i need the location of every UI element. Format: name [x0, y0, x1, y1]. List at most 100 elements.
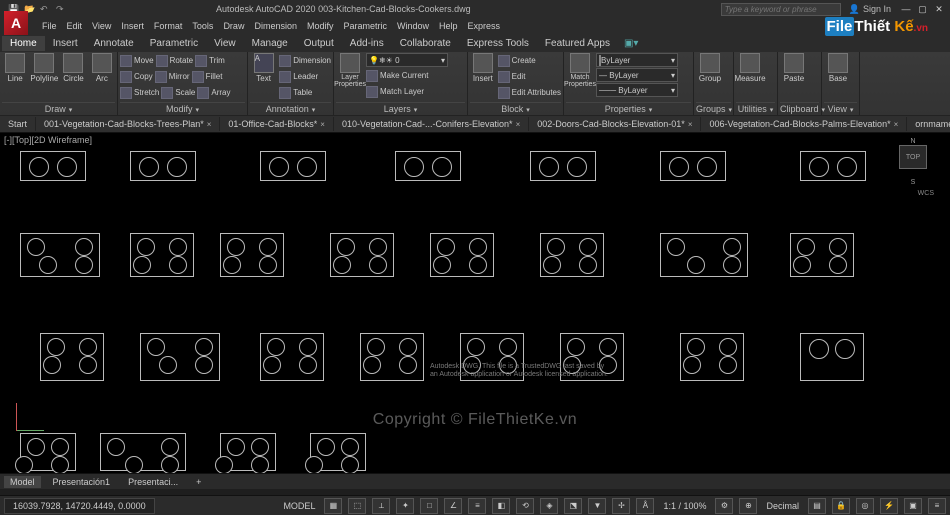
- cad-block[interactable]: [800, 151, 866, 181]
- edit-block-button[interactable]: Edit: [498, 69, 561, 84]
- doctab[interactable]: 006-Vegetation-Cad-Blocks-Palms-Elevatio…: [701, 117, 907, 131]
- ribbon-overflow-icon[interactable]: ▣▾: [624, 38, 638, 49]
- tab-featured-apps[interactable]: Featured Apps: [537, 36, 618, 51]
- cad-block[interactable]: [680, 333, 744, 381]
- cad-block[interactable]: [220, 233, 284, 277]
- polyline-button[interactable]: Polyline: [30, 53, 58, 83]
- tab-view[interactable]: View: [206, 36, 244, 51]
- doctab[interactable]: ornmaments×: [907, 117, 950, 131]
- menu-edit[interactable]: Edit: [67, 21, 83, 31]
- cad-block[interactable]: [20, 151, 86, 181]
- close-tab-icon[interactable]: ×: [894, 120, 899, 129]
- match-properties-button[interactable]: Match Properties: [566, 53, 594, 88]
- panel-label[interactable]: Block▾: [470, 102, 561, 115]
- copy-button[interactable]: Copy: [120, 69, 153, 84]
- drawing-canvas[interactable]: [-][Top][2D Wireframe] N TOP S WCS: [0, 133, 950, 473]
- stretch-button[interactable]: Stretch: [120, 85, 159, 100]
- lineweight-select[interactable]: — ByLayer▾: [596, 68, 678, 82]
- cad-block[interactable]: [220, 433, 276, 471]
- layout-tab[interactable]: Presentación1: [47, 476, 117, 488]
- signin-button[interactable]: 👤Sign In: [849, 4, 891, 15]
- menu-file[interactable]: File: [42, 21, 57, 31]
- tab-home[interactable]: Home: [2, 36, 45, 51]
- linetype-select[interactable]: ─── ByLayer▾: [596, 83, 678, 97]
- lineweight-toggle[interactable]: ≡: [468, 498, 486, 514]
- text-button[interactable]: AText: [250, 53, 277, 83]
- menu-format[interactable]: Format: [154, 21, 183, 31]
- arc-button[interactable]: Arc: [89, 53, 115, 83]
- cad-block[interactable]: [40, 333, 104, 381]
- 3d-osnap-toggle[interactable]: ◈: [540, 498, 558, 514]
- cad-block[interactable]: [540, 233, 604, 277]
- doctab[interactable]: 001-Vegetation-Cad-Blocks-Trees-Plan*×: [36, 117, 220, 131]
- cad-block[interactable]: [790, 233, 854, 277]
- panel-label[interactable]: Layers▾: [336, 102, 465, 115]
- array-button[interactable]: Array: [197, 85, 230, 100]
- measure-button[interactable]: Measure: [736, 53, 764, 83]
- doctab[interactable]: 01-Office-Cad-Blocks*×: [220, 117, 334, 131]
- close-tab-icon[interactable]: ×: [516, 120, 521, 129]
- panel-label[interactable]: Draw▾: [2, 102, 115, 115]
- osnap-toggle[interactable]: □: [420, 498, 438, 514]
- edit-attributes-button[interactable]: Edit Attributes: [498, 85, 561, 100]
- tab-collaborate[interactable]: Collaborate: [392, 36, 459, 51]
- polar-toggle[interactable]: ✦: [396, 498, 414, 514]
- cad-block[interactable]: [360, 333, 424, 381]
- tab-output[interactable]: Output: [296, 36, 342, 51]
- tab-express-tools[interactable]: Express Tools: [459, 36, 537, 51]
- menu-dimension[interactable]: Dimension: [254, 21, 297, 31]
- viewcube-wcs[interactable]: WCS: [918, 190, 934, 197]
- create-block-button[interactable]: Create: [498, 53, 561, 68]
- snap-toggle[interactable]: ⬚: [348, 498, 366, 514]
- minimize-button[interactable]: —: [899, 4, 913, 14]
- layout-tab-model[interactable]: Model: [4, 476, 41, 488]
- trim-button[interactable]: Trim: [195, 53, 225, 68]
- tab-insert[interactable]: Insert: [45, 36, 86, 51]
- maximize-button[interactable]: ▢: [915, 4, 929, 15]
- mirror-button[interactable]: Mirror: [155, 69, 190, 84]
- cad-block[interactable]: [330, 233, 394, 277]
- doctab[interactable]: 002-Doors-Cad-Blocks-Elevation-01*×: [529, 117, 701, 131]
- cad-block[interactable]: [20, 433, 76, 471]
- doctab[interactable]: 010-Vegetation-Cad-...-Conifers-Elevatio…: [334, 117, 529, 131]
- menu-draw[interactable]: Draw: [223, 21, 244, 31]
- customization-button[interactable]: ≡: [928, 498, 946, 514]
- hardware-accel-toggle[interactable]: ⚡: [880, 498, 898, 514]
- cad-block[interactable]: [260, 333, 324, 381]
- coordinate-readout[interactable]: 16039.7928, 14720.4449, 0.0000: [4, 498, 155, 514]
- annotation-scale[interactable]: 1:1 / 100%: [660, 501, 709, 511]
- panel-label[interactable]: Utilities▾: [736, 102, 775, 115]
- viewport-label[interactable]: [-][Top][2D Wireframe]: [4, 135, 92, 145]
- panel-label[interactable]: View▾: [824, 102, 857, 115]
- layer-properties-button[interactable]: Layer Properties: [336, 53, 364, 88]
- cad-block[interactable]: [130, 151, 196, 181]
- scale-button[interactable]: Scale: [161, 85, 195, 100]
- menu-window[interactable]: Window: [397, 21, 429, 31]
- layer-select[interactable]: 💡❄☀ 0▾: [366, 53, 448, 67]
- viewcube-face[interactable]: TOP: [899, 145, 927, 169]
- otrack-toggle[interactable]: ∠: [444, 498, 462, 514]
- cad-block[interactable]: [130, 233, 194, 277]
- cad-block[interactable]: [660, 233, 748, 277]
- make-current-button[interactable]: Make Current: [366, 68, 448, 83]
- menu-help[interactable]: Help: [439, 21, 458, 31]
- qat-undo-icon[interactable]: ↶: [40, 4, 50, 14]
- cad-block[interactable]: [20, 233, 100, 277]
- match-layer-button[interactable]: Match Layer: [366, 84, 448, 99]
- viewcube-north[interactable]: N: [910, 138, 915, 145]
- menu-tools[interactable]: Tools: [192, 21, 213, 31]
- leader-button[interactable]: Leader: [279, 69, 331, 84]
- ortho-toggle[interactable]: ⟂: [372, 498, 390, 514]
- doctab-start[interactable]: Start: [0, 117, 36, 131]
- table-button[interactable]: Table: [279, 85, 331, 100]
- close-button[interactable]: ✕: [932, 4, 946, 15]
- menu-view[interactable]: View: [92, 21, 111, 31]
- viewcube[interactable]: N TOP S WCS: [890, 139, 936, 185]
- fillet-button[interactable]: Fillet: [192, 69, 223, 84]
- lock-ui-toggle[interactable]: 🔒: [832, 498, 850, 514]
- grid-toggle[interactable]: ▦: [324, 498, 342, 514]
- isolate-objects-toggle[interactable]: ◎: [856, 498, 874, 514]
- quick-properties-toggle[interactable]: ▤: [808, 498, 826, 514]
- ucs-icon[interactable]: [16, 401, 46, 431]
- selection-cycling-toggle[interactable]: ⟲: [516, 498, 534, 514]
